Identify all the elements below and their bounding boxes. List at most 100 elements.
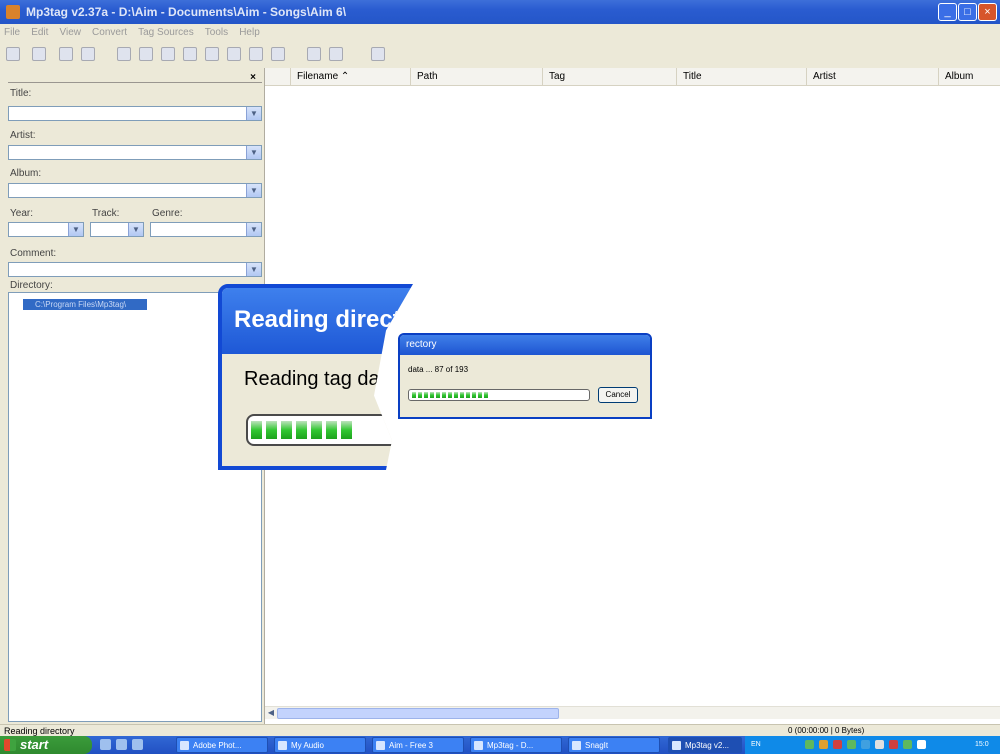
task-adobe-photoshop[interactable]: Adobe Phot... bbox=[176, 737, 268, 753]
horizontal-scrollbar[interactable]: ◀ bbox=[265, 706, 1000, 719]
tray-icon[interactable] bbox=[833, 740, 842, 749]
menu-edit[interactable]: Edit bbox=[27, 24, 52, 41]
save-icon[interactable] bbox=[6, 47, 20, 61]
progress-segment bbox=[296, 421, 307, 439]
chevron-down-icon[interactable]: ▼ bbox=[246, 184, 261, 197]
minimize-button[interactable]: _ bbox=[938, 3, 957, 21]
language-indicator[interactable]: EN bbox=[751, 736, 761, 754]
column-icon bbox=[265, 68, 291, 85]
column-path[interactable]: Path bbox=[411, 68, 543, 85]
options-icon[interactable] bbox=[161, 47, 175, 61]
scrollbar-thumb[interactable] bbox=[277, 708, 559, 719]
directory-item-selected[interactable]: C:\Program Files\Mp3tag\ bbox=[23, 299, 147, 310]
change-directory-icon[interactable] bbox=[81, 47, 95, 61]
system-tray: EN 15:0 bbox=[745, 736, 1000, 754]
media-player-icon[interactable] bbox=[132, 739, 143, 750]
album-label: Album: bbox=[10, 168, 42, 179]
close-button[interactable]: × bbox=[978, 3, 997, 21]
track-combo[interactable]: ▼ bbox=[90, 222, 144, 237]
column-tag[interactable]: Tag bbox=[543, 68, 677, 85]
title-combo[interactable]: ▼ bbox=[8, 106, 262, 121]
progress-segment bbox=[442, 392, 446, 398]
progress-segment bbox=[454, 392, 458, 398]
menu-tag-sources[interactable]: Tag Sources bbox=[134, 24, 198, 41]
progress-segment bbox=[418, 392, 422, 398]
chevron-down-icon[interactable]: ▼ bbox=[246, 223, 261, 236]
playlist-icon[interactable] bbox=[329, 47, 343, 61]
cancel-button[interactable]: Cancel bbox=[598, 387, 638, 403]
tray-icon[interactable] bbox=[889, 740, 898, 749]
maximize-button[interactable]: □ bbox=[958, 3, 977, 21]
column-album[interactable]: Album bbox=[939, 68, 1000, 85]
progress-segment bbox=[412, 392, 416, 398]
tray-icon[interactable] bbox=[805, 740, 814, 749]
tray-icon[interactable] bbox=[861, 740, 870, 749]
album-combo[interactable]: ▼ bbox=[8, 183, 262, 198]
taskbar: start Adobe Phot... My Audio Aim - Free … bbox=[0, 736, 1000, 754]
menu-help[interactable]: Help bbox=[235, 24, 264, 41]
menu-bar: File Edit View Convert Tag Sources Tools… bbox=[0, 24, 1000, 42]
progress-segment bbox=[251, 421, 262, 439]
artist-combo[interactable]: ▼ bbox=[8, 145, 262, 160]
task-mp3tag-active[interactable]: Mp3tag v2... bbox=[668, 737, 742, 753]
text-file-icon[interactable] bbox=[227, 47, 241, 61]
undo-icon[interactable] bbox=[59, 47, 73, 61]
tray-icon[interactable] bbox=[903, 740, 912, 749]
comment-combo[interactable]: ▼ bbox=[8, 262, 262, 277]
chevron-down-icon[interactable]: ▼ bbox=[68, 223, 83, 236]
task-mp3tag-dir[interactable]: Mp3tag - D... bbox=[470, 737, 562, 753]
progress-segment bbox=[436, 392, 440, 398]
help-icon[interactable] bbox=[371, 47, 385, 61]
task-snagit[interactable]: SnagIt bbox=[568, 737, 660, 753]
remove-tag-icon[interactable] bbox=[32, 47, 46, 61]
comment-label: Comment: bbox=[10, 248, 57, 259]
convert-icon[interactable] bbox=[249, 47, 263, 61]
genre-combo[interactable]: ▼ bbox=[150, 222, 262, 237]
windows-logo-icon bbox=[4, 739, 16, 751]
tray-icon[interactable] bbox=[917, 740, 926, 749]
menu-tools[interactable]: Tools bbox=[201, 24, 232, 41]
dialog-title: rectory bbox=[400, 335, 650, 355]
export-icon[interactable] bbox=[307, 47, 321, 61]
tray-icon[interactable] bbox=[875, 740, 884, 749]
progress-segment bbox=[448, 392, 452, 398]
progress-segment bbox=[281, 421, 292, 439]
column-artist[interactable]: Artist bbox=[807, 68, 939, 85]
window-title-bar[interactable]: Mp3tag v2.37a - D:\Aim - Documents\Aim -… bbox=[0, 0, 1000, 24]
add-directory-icon[interactable] bbox=[117, 47, 131, 61]
progress-segment bbox=[341, 421, 352, 439]
show-desktop-icon[interactable] bbox=[116, 739, 127, 750]
folder-icon bbox=[278, 741, 287, 750]
track-label: Track: bbox=[92, 208, 120, 219]
file-tag-icon[interactable] bbox=[205, 47, 219, 61]
favorite-icon[interactable] bbox=[139, 47, 153, 61]
progress-segment bbox=[484, 392, 488, 398]
task-my-audio[interactable]: My Audio bbox=[274, 737, 366, 753]
genre-label: Genre: bbox=[152, 208, 183, 219]
chevron-down-icon[interactable]: ▼ bbox=[246, 107, 261, 120]
start-button[interactable]: start bbox=[0, 736, 92, 754]
task-icon bbox=[180, 741, 189, 750]
year-combo[interactable]: ▼ bbox=[8, 222, 84, 237]
window-title: Mp3tag v2.37a - D:\Aim - Documents\Aim -… bbox=[26, 5, 347, 19]
chevron-down-icon[interactable]: ▼ bbox=[128, 223, 143, 236]
chevron-down-icon[interactable]: ▼ bbox=[246, 146, 261, 159]
menu-convert[interactable]: Convert bbox=[88, 24, 131, 41]
tray-icon[interactable] bbox=[847, 740, 856, 749]
directory-label: Directory: bbox=[10, 280, 53, 291]
toolbar bbox=[0, 42, 1000, 69]
menu-view[interactable]: View bbox=[55, 24, 85, 41]
ie-icon[interactable] bbox=[100, 739, 111, 750]
dialog-progress-text: data ... 87 of 193 bbox=[408, 365, 469, 374]
column-title[interactable]: Title bbox=[677, 68, 807, 85]
tray-icon[interactable] bbox=[819, 740, 828, 749]
progress-segment bbox=[266, 421, 277, 439]
scroll-left-icon[interactable]: ◀ bbox=[266, 708, 276, 717]
chevron-down-icon[interactable]: ▼ bbox=[246, 263, 261, 276]
tag-file-icon[interactable] bbox=[183, 47, 197, 61]
freedb-icon[interactable] bbox=[271, 47, 285, 61]
menu-file[interactable]: File bbox=[0, 24, 24, 41]
task-aim-free[interactable]: Aim - Free 3 bbox=[372, 737, 464, 753]
tag-panel-close-icon[interactable]: × bbox=[250, 72, 256, 83]
column-filename[interactable]: Filename ⌃ bbox=[291, 68, 411, 85]
